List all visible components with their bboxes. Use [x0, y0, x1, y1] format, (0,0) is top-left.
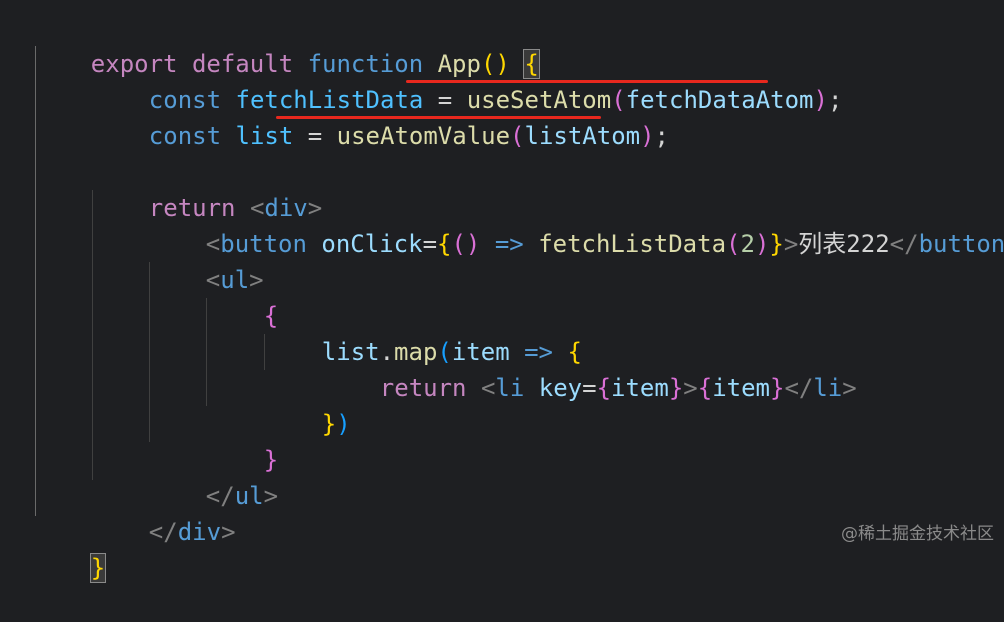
token-semicolon: ;	[827, 86, 843, 114]
code-line-15[interactable]: }	[33, 514, 107, 583]
code-line-1[interactable]: export default function App() {	[33, 10, 540, 79]
code-line-6[interactable]: <button onClick={() => fetchListData(2)}…	[148, 190, 1004, 258]
code-line-11[interactable]: })	[264, 370, 351, 438]
token-attribute: onClick	[321, 230, 423, 258]
token-keyword: return	[379, 374, 467, 402]
token-storage: const	[148, 122, 222, 150]
token-arrow: =>	[494, 230, 524, 258]
token-tag: ul	[234, 482, 264, 510]
token-tag: div	[177, 518, 222, 546]
token-function-call: useAtomValue	[336, 122, 511, 150]
token-tag-bracket: >	[842, 374, 857, 402]
token-tag-bracket: <	[480, 374, 496, 402]
code-line-7[interactable]: <ul>	[148, 226, 264, 294]
token-brace-matched: }	[89, 553, 107, 583]
code-line-3[interactable]: const list = useAtomValue(listAtom);	[91, 82, 669, 150]
token-attribute: key	[538, 374, 583, 402]
code-line-12[interactable]: }	[206, 406, 278, 474]
token-tag-bracket: </	[889, 230, 919, 258]
token-jsx-text: 列表222	[798, 230, 890, 258]
token-tag-bracket: </	[148, 518, 178, 546]
token-tag-bracket: >	[221, 518, 236, 546]
code-line-14[interactable]: </div>	[91, 478, 236, 546]
token-variable: list	[235, 122, 294, 150]
token-variable: item	[712, 374, 770, 402]
token-bracket: (	[726, 230, 741, 258]
code-editor[interactable]: export default function App() { const fe…	[0, 0, 1004, 583]
token-bracket: }	[321, 410, 337, 438]
token-argument: listAtom	[524, 122, 641, 150]
code-line-9[interactable]: list.map(item => {	[264, 298, 582, 366]
token-tag: li	[813, 374, 843, 402]
token-tag: button	[918, 230, 1004, 258]
token-bracket: )	[336, 410, 351, 438]
token-bracket: )	[640, 122, 655, 150]
token-bracket: (	[510, 122, 525, 150]
token-tag-bracket: >	[263, 482, 279, 510]
token-number: 2	[740, 230, 755, 258]
token-operator: =	[307, 122, 323, 150]
code-line-5[interactable]: return <div>	[91, 154, 322, 222]
token-bracket: {	[437, 230, 452, 258]
token-semicolon: ;	[654, 122, 669, 150]
token-bracket: )	[754, 230, 770, 258]
code-line-10[interactable]: return <li key={item}>{item}</li>	[322, 334, 857, 402]
token-tag-bracket: >	[783, 230, 799, 258]
token-operator: =	[422, 230, 438, 258]
token-tag-bracket: >	[683, 374, 698, 402]
code-line-13[interactable]: </ul>	[148, 442, 278, 510]
token-bracket: )	[813, 86, 828, 114]
code-line-2[interactable]: const fetchListData = useSetAtom(fetchDa…	[91, 46, 843, 114]
highlight-underline	[276, 116, 601, 119]
token-bracket: }	[668, 374, 684, 402]
token-bracket: ()	[451, 230, 481, 258]
code-line-8[interactable]: {	[206, 262, 278, 330]
token-tag-bracket: </	[784, 374, 814, 402]
token-bracket: {	[697, 374, 713, 402]
token-bracket: {	[596, 374, 612, 402]
watermark: @稀土掘金技术社区	[841, 524, 994, 544]
token-function-call: fetchListData	[538, 230, 727, 258]
token-operator: =	[582, 374, 597, 402]
token-bracket: }	[769, 230, 784, 258]
token-variable: item	[611, 374, 669, 402]
token-bracket: }	[769, 374, 785, 402]
token-tag: li	[495, 374, 525, 402]
